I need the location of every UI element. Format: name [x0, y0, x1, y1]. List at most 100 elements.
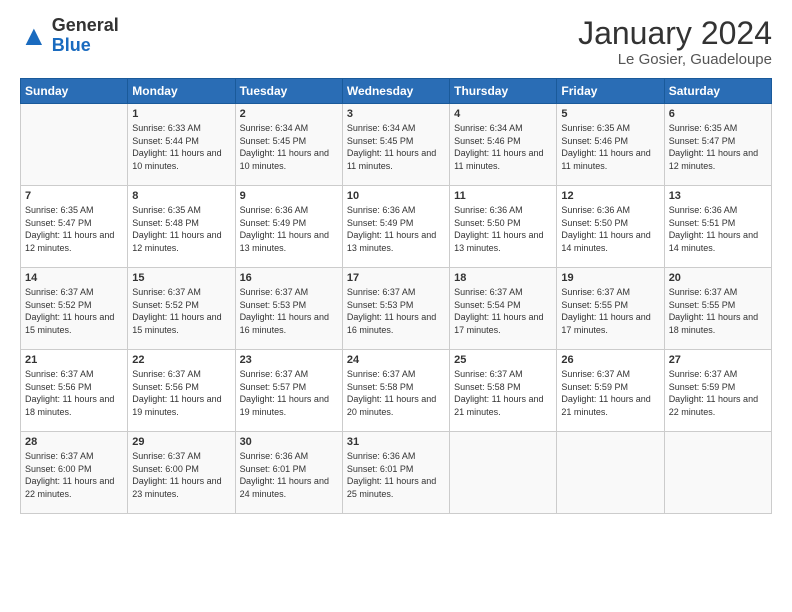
cell-info: Sunrise: 6:37 AMSunset: 5:58 PMDaylight:…	[347, 368, 445, 418]
day-number: 10	[347, 190, 445, 202]
logo-general: General	[52, 15, 119, 35]
calendar-cell: 26 Sunrise: 6:37 AMSunset: 5:59 PMDayligh…	[557, 350, 664, 432]
cell-info: Sunrise: 6:35 AMSunset: 5:48 PMDaylight:…	[132, 204, 230, 254]
calendar-cell: 12 Sunrise: 6:36 AMSunset: 5:50 PMDayligh…	[557, 186, 664, 268]
cell-info: Sunrise: 6:37 AMSunset: 5:57 PMDaylight:…	[240, 368, 338, 418]
calendar-cell: 1Sunrise: 6:33 AMSunset: 5:44 PMDaylight…	[128, 104, 235, 186]
calendar-week-row: 21 Sunrise: 6:37 AMSunset: 5:56 PMDayligh…	[21, 350, 772, 432]
day-number: 18	[454, 272, 552, 284]
day-number: 24	[347, 354, 445, 366]
calendar-cell: 24 Sunrise: 6:37 AMSunset: 5:58 PMDayligh…	[342, 350, 449, 432]
calendar-cell: 27 Sunrise: 6:37 AMSunset: 5:59 PMDayligh…	[664, 350, 771, 432]
calendar-cell: 21 Sunrise: 6:37 AMSunset: 5:56 PMDayligh…	[21, 350, 128, 432]
cell-info: Sunrise: 6:34 AMSunset: 5:46 PMDaylight:…	[454, 122, 552, 172]
calendar-cell: 25Sunrise: 6:37 AMSunset: 5:58 PMDayligh…	[450, 350, 557, 432]
cell-info: Sunrise: 6:37 AMSunset: 5:56 PMDaylight:…	[25, 368, 123, 418]
day-number: 8	[132, 190, 230, 202]
day-number: 23	[240, 354, 338, 366]
title-block: January 2024 Le Gosier, Guadeloupe	[578, 16, 772, 68]
cell-info: Sunrise: 6:35 AMSunset: 5:46 PMDaylight:…	[561, 122, 659, 172]
calendar-cell	[664, 432, 771, 514]
col-tuesday: Tuesday	[235, 79, 342, 104]
cell-info: Sunrise: 6:37 AMSunset: 5:59 PMDaylight:…	[561, 368, 659, 418]
cell-info: Sunrise: 6:37 AMSunset: 6:00 PMDaylight:…	[25, 450, 123, 500]
calendar-cell: 14Sunrise: 6:37 AMSunset: 5:52 PMDayligh…	[21, 268, 128, 350]
cell-info: Sunrise: 6:36 AMSunset: 5:49 PMDaylight:…	[347, 204, 445, 254]
calendar-cell: 10 Sunrise: 6:36 AMSunset: 5:49 PMDayligh…	[342, 186, 449, 268]
cell-info: Sunrise: 6:37 AMSunset: 5:52 PMDaylight:…	[25, 286, 123, 336]
cell-info: Sunrise: 6:37 AMSunset: 6:00 PMDaylight:…	[132, 450, 230, 500]
cell-info: Sunrise: 6:37 AMSunset: 5:53 PMDaylight:…	[240, 286, 338, 336]
cell-info: Sunrise: 6:36 AMSunset: 6:01 PMDaylight:…	[347, 450, 445, 500]
day-number: 3	[347, 108, 445, 120]
day-number: 31	[347, 436, 445, 448]
main-container: ▲ General Blue January 2024 Le Gosier, G…	[0, 0, 792, 524]
day-number: 11	[454, 190, 552, 202]
day-number: 26	[561, 354, 659, 366]
calendar-cell	[21, 104, 128, 186]
logo: ▲ General Blue	[20, 16, 119, 56]
calendar-header-row: Sunday Monday Tuesday Wednesday Thursday…	[21, 79, 772, 104]
cell-info: Sunrise: 6:36 AMSunset: 6:01 PMDaylight:…	[240, 450, 338, 500]
calendar-cell: 6Sunrise: 6:35 AMSunset: 5:47 PMDaylight…	[664, 104, 771, 186]
cell-info: Sunrise: 6:35 AMSunset: 5:47 PMDaylight:…	[669, 122, 767, 172]
day-number: 21	[25, 354, 123, 366]
calendar-cell: 8 Sunrise: 6:35 AMSunset: 5:48 PMDaylight…	[128, 186, 235, 268]
calendar-cell: 20Sunrise: 6:37 AMSunset: 5:55 PMDayligh…	[664, 268, 771, 350]
calendar-table: Sunday Monday Tuesday Wednesday Thursday…	[20, 78, 772, 514]
cell-info: Sunrise: 6:37 AMSunset: 5:59 PMDaylight:…	[669, 368, 767, 418]
col-thursday: Thursday	[450, 79, 557, 104]
col-saturday: Saturday	[664, 79, 771, 104]
day-number: 20	[669, 272, 767, 284]
calendar-cell: 9 Sunrise: 6:36 AMSunset: 5:49 PMDaylight…	[235, 186, 342, 268]
day-number: 12	[561, 190, 659, 202]
calendar-week-row: 7Sunrise: 6:35 AMSunset: 5:47 PMDaylight…	[21, 186, 772, 268]
calendar-cell: 2 Sunrise: 6:34 AMSunset: 5:45 PMDaylight…	[235, 104, 342, 186]
day-number: 17	[347, 272, 445, 284]
calendar-cell: 16Sunrise: 6:37 AMSunset: 5:53 PMDayligh…	[235, 268, 342, 350]
calendar-cell	[557, 432, 664, 514]
day-number: 30	[240, 436, 338, 448]
month-title: January 2024	[578, 16, 772, 51]
col-monday: Monday	[128, 79, 235, 104]
day-number: 4	[454, 108, 552, 120]
day-number: 1	[132, 108, 230, 120]
cell-info: Sunrise: 6:37 AMSunset: 5:53 PMDaylight:…	[347, 286, 445, 336]
cell-info: Sunrise: 6:37 AMSunset: 5:58 PMDaylight:…	[454, 368, 552, 418]
cell-info: Sunrise: 6:37 AMSunset: 5:56 PMDaylight:…	[132, 368, 230, 418]
calendar-cell: 19Sunrise: 6:37 AMSunset: 5:55 PMDayligh…	[557, 268, 664, 350]
calendar-cell: 23 Sunrise: 6:37 AMSunset: 5:57 PMDayligh…	[235, 350, 342, 432]
calendar-week-row: 28 Sunrise: 6:37 AMSunset: 6:00 PMDayligh…	[21, 432, 772, 514]
day-number: 15	[132, 272, 230, 284]
day-number: 22	[132, 354, 230, 366]
day-number: 13	[669, 190, 767, 202]
day-number: 2	[240, 108, 338, 120]
day-number: 28	[25, 436, 123, 448]
day-number: 5	[561, 108, 659, 120]
calendar-cell: 30 Sunrise: 6:36 AMSunset: 6:01 PMDayligh…	[235, 432, 342, 514]
cell-info: Sunrise: 6:36 AMSunset: 5:50 PMDaylight:…	[454, 204, 552, 254]
cell-info: Sunrise: 6:35 AMSunset: 5:47 PMDaylight:…	[25, 204, 123, 254]
calendar-cell	[450, 432, 557, 514]
logo-blue: Blue	[52, 35, 91, 55]
day-number: 9	[240, 190, 338, 202]
calendar-cell: 5 Sunrise: 6:35 AMSunset: 5:46 PMDaylight…	[557, 104, 664, 186]
calendar-cell: 18 Sunrise: 6:37 AMSunset: 5:54 PMDayligh…	[450, 268, 557, 350]
day-number: 27	[669, 354, 767, 366]
cell-info: Sunrise: 6:34 AMSunset: 5:45 PMDaylight:…	[347, 122, 445, 172]
cell-info: Sunrise: 6:37 AMSunset: 5:54 PMDaylight:…	[454, 286, 552, 336]
calendar-cell: 4 Sunrise: 6:34 AMSunset: 5:46 PMDaylight…	[450, 104, 557, 186]
calendar-cell: 28 Sunrise: 6:37 AMSunset: 6:00 PMDayligh…	[21, 432, 128, 514]
calendar-cell: 15Sunrise: 6:37 AMSunset: 5:52 PMDayligh…	[128, 268, 235, 350]
header: ▲ General Blue January 2024 Le Gosier, G…	[20, 16, 772, 68]
calendar-cell: 7Sunrise: 6:35 AMSunset: 5:47 PMDaylight…	[21, 186, 128, 268]
cell-info: Sunrise: 6:36 AMSunset: 5:49 PMDaylight:…	[240, 204, 338, 254]
day-number: 29	[132, 436, 230, 448]
cell-info: Sunrise: 6:36 AMSunset: 5:50 PMDaylight:…	[561, 204, 659, 254]
cell-info: Sunrise: 6:36 AMSunset: 5:51 PMDaylight:…	[669, 204, 767, 254]
calendar-cell: 3 Sunrise: 6:34 AMSunset: 5:45 PMDaylight…	[342, 104, 449, 186]
cell-info: Sunrise: 6:34 AMSunset: 5:45 PMDaylight:…	[240, 122, 338, 172]
col-wednesday: Wednesday	[342, 79, 449, 104]
location-title: Le Gosier, Guadeloupe	[578, 51, 772, 68]
col-sunday: Sunday	[21, 79, 128, 104]
